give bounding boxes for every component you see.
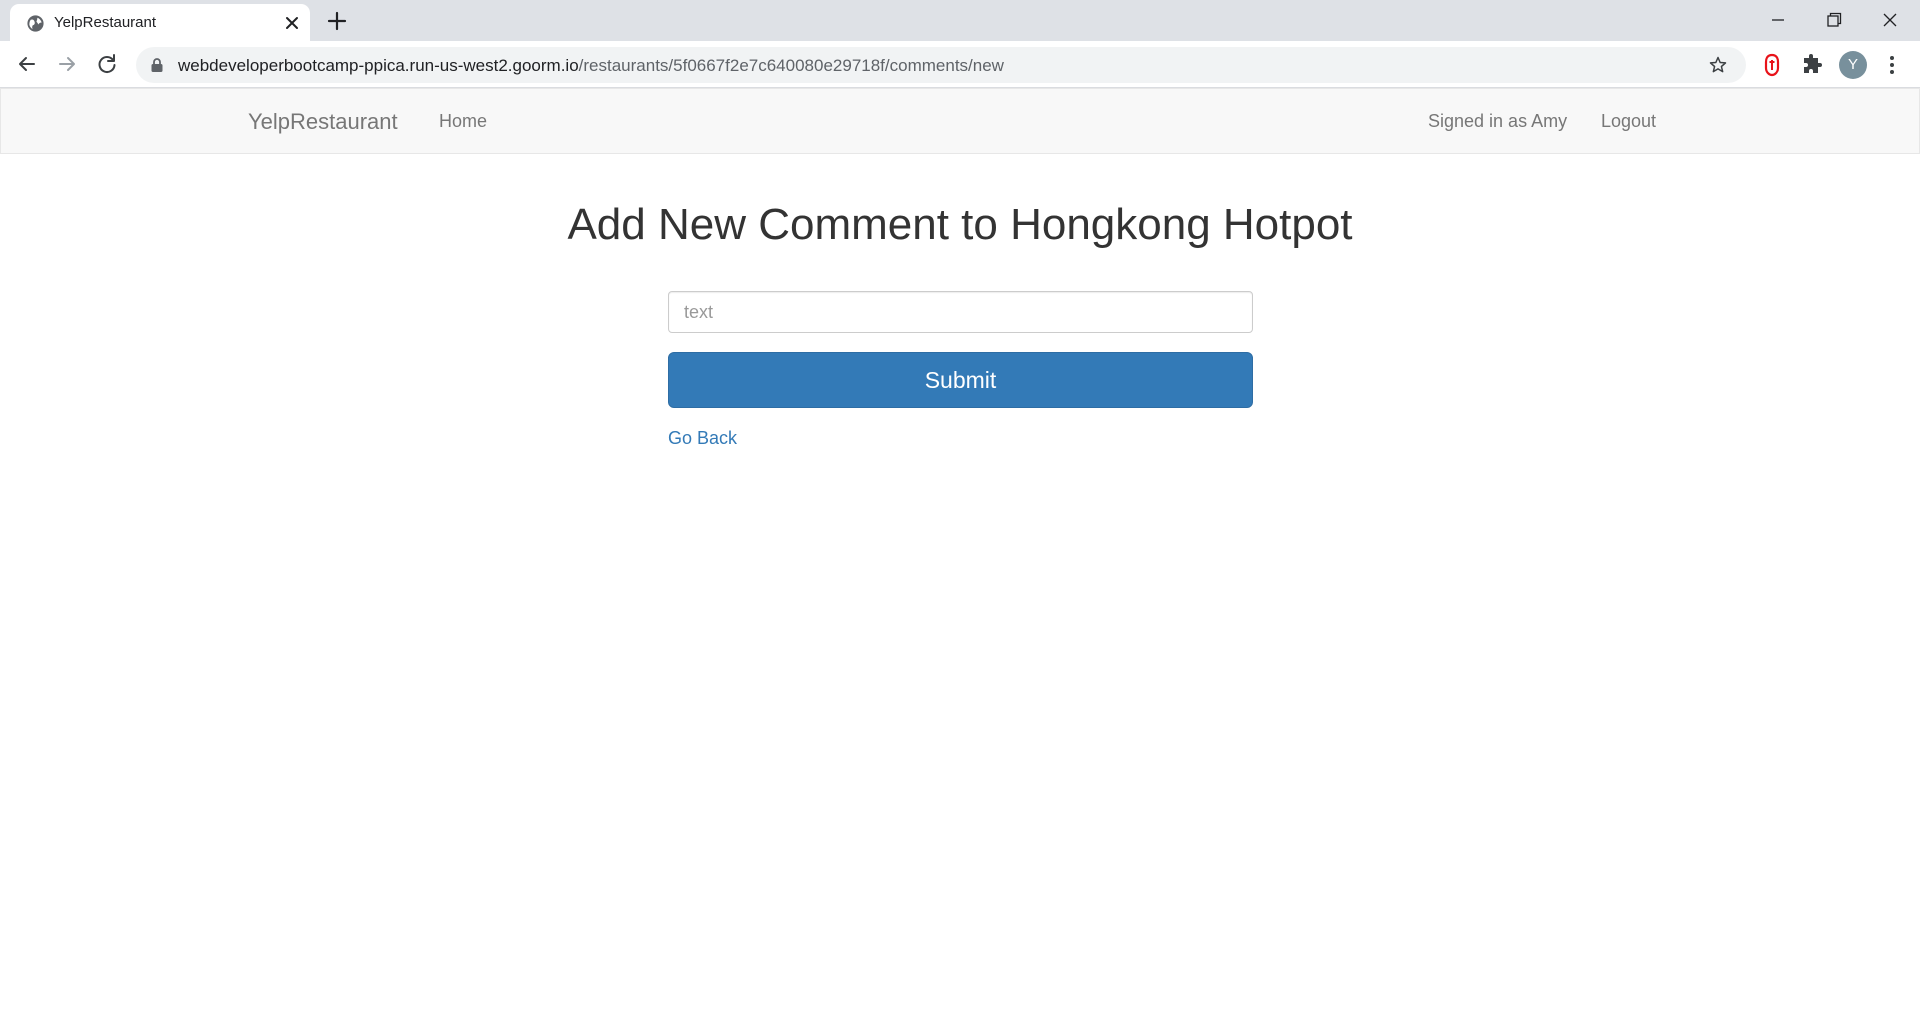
url-path: /restaurants/5f0667f2e7c640080e29718f/co… — [578, 56, 1004, 75]
tab-title: YelpRestaurant — [54, 14, 157, 31]
plus-icon[interactable] — [326, 10, 348, 32]
url-host: webdeveloperbootcamp-ppica.run-us-west2.… — [178, 56, 579, 75]
browser-tabstrip: YelpRestaurant — [0, 0, 1920, 41]
nav-home-link[interactable]: Home — [439, 111, 487, 132]
kebab-menu-icon[interactable] — [1882, 53, 1902, 77]
logout-link[interactable]: Logout — [1601, 111, 1656, 132]
site-navbar: YelpRestaurant Home Signed in as Amy Log… — [0, 88, 1920, 154]
reload-icon[interactable] — [94, 51, 120, 77]
arrow-left-icon[interactable] — [14, 51, 40, 77]
profile-avatar[interactable]: Y — [1839, 51, 1867, 79]
navbar-brand[interactable]: YelpRestaurant — [248, 109, 398, 135]
comment-text-input[interactable] — [668, 291, 1253, 333]
url-text[interactable]: webdeveloperbootcamp-ppica.run-us-west2.… — [178, 56, 1004, 76]
restore-icon[interactable] — [1820, 6, 1848, 34]
puzzle-icon[interactable] — [1800, 53, 1824, 77]
arrow-right-icon[interactable] — [54, 51, 80, 77]
address-bar[interactable]: webdeveloperbootcamp-ppica.run-us-west2.… — [136, 47, 1746, 83]
minimize-icon[interactable] — [1764, 6, 1792, 34]
browser-toolbar: webdeveloperbootcamp-ppica.run-us-west2.… — [0, 41, 1920, 88]
close-icon[interactable] — [282, 13, 302, 33]
window-close-icon[interactable] — [1876, 6, 1904, 34]
go-back-link[interactable]: Go Back — [668, 428, 737, 449]
red-shield-extension-icon[interactable] — [1760, 53, 1784, 77]
browser-tab[interactable]: YelpRestaurant — [10, 4, 310, 41]
star-icon[interactable] — [1708, 55, 1728, 75]
page-title: Add New Comment to Hongkong Hotpot — [567, 200, 1353, 249]
signed-in-user-link[interactable]: Signed in as Amy — [1428, 111, 1567, 132]
lock-icon[interactable] — [150, 57, 164, 73]
globe-icon — [27, 15, 44, 32]
submit-button[interactable]: Submit — [668, 352, 1253, 408]
